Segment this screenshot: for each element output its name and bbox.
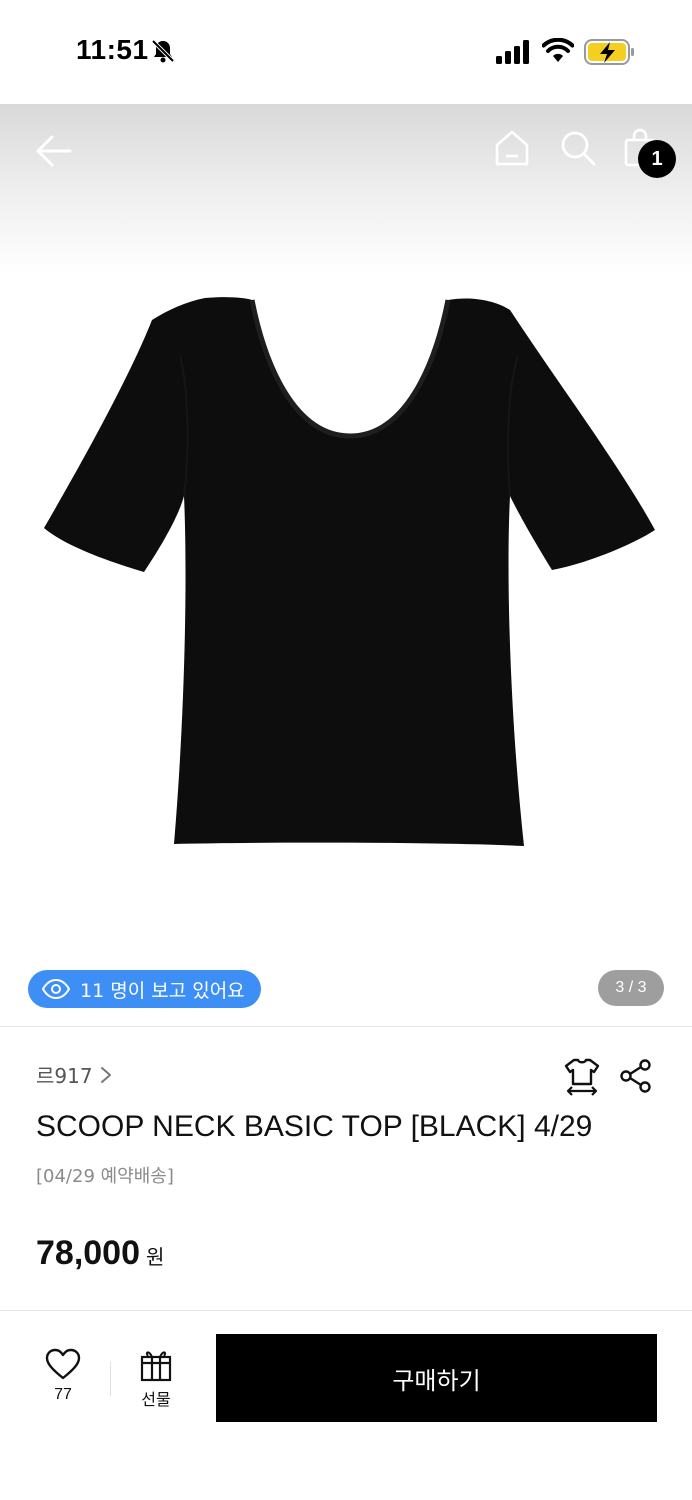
heart-icon[interactable] — [45, 1348, 81, 1380]
buy-button[interactable]: 구매하기 — [216, 1334, 657, 1422]
chevron-right-icon — [100, 1066, 111, 1083]
gift-button[interactable]: 선물 — [124, 1348, 188, 1414]
divider — [110, 1362, 111, 1396]
share-icon[interactable] — [618, 1058, 654, 1094]
image-page-indicator: 3 / 3 — [598, 970, 664, 1006]
brand-link[interactable]: 르917 — [36, 1060, 113, 1089]
wifi-icon — [542, 38, 574, 62]
price-value: 78,000 — [36, 1234, 140, 1272]
size-guide-icon[interactable] — [562, 1056, 602, 1096]
price-unit: 원 — [146, 1245, 165, 1269]
brand-name[interactable]: 르917 — [36, 1060, 93, 1089]
price: 78,000 원 — [36, 1234, 164, 1273]
bell-slash-icon — [151, 39, 175, 63]
search-icon[interactable] — [558, 128, 598, 168]
status-bar: 11:51 — [0, 0, 692, 104]
eye-icon — [42, 979, 70, 999]
viewers-badge: 11 명이 보고 있어요 — [28, 970, 261, 1008]
battery-charging-icon — [584, 39, 634, 65]
gift-label: 선물 — [141, 1390, 171, 1409]
divider — [0, 1026, 692, 1027]
like-button[interactable]: 77 — [30, 1348, 96, 1414]
divider — [0, 1310, 692, 1311]
viewers-text: 11 명이 보고 있어요 — [80, 979, 245, 1002]
product-image — [44, 297, 655, 846]
cart-count-badge[interactable]: 1 — [638, 140, 676, 178]
delivery-note: [04/29 예약배송] — [36, 1166, 174, 1187]
product-gallery[interactable]: 1 11 명이 보고 있어요 3 / 3 — [0, 104, 692, 1026]
gift-icon[interactable] — [139, 1348, 173, 1382]
like-count: 77 — [54, 1386, 72, 1403]
home-icon[interactable] — [492, 128, 532, 168]
signal-icon — [496, 40, 529, 64]
status-time: 11:51 — [76, 34, 149, 65]
product-title: SCOOP NECK BASIC TOP [BLACK] 4/29 — [36, 1110, 593, 1143]
back-arrow-icon[interactable] — [32, 130, 74, 172]
